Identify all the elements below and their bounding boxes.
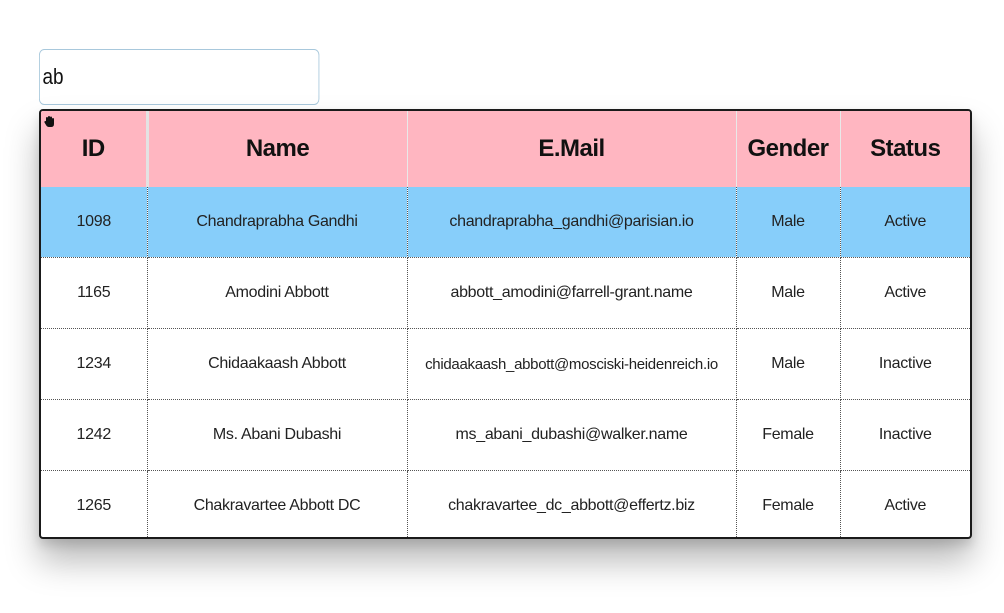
cell-name[interactable]: Chidaakaash Abbott <box>147 328 408 400</box>
cell-gender[interactable]: Male <box>736 257 841 329</box>
cell-id[interactable]: 1165 <box>41 257 148 329</box>
cell-email[interactable]: chakravartee_dc_abbott@effertz.biz <box>407 470 737 537</box>
cell-status[interactable]: Active <box>840 187 970 258</box>
column-header-name[interactable]: Name <box>147 111 408 187</box>
cell-status[interactable]: Active <box>840 257 970 329</box>
cell-id[interactable]: 1098 <box>41 187 148 258</box>
grid-table: ID Name E.Mail Gender Status 1098 Chandr… <box>41 111 970 538</box>
table-row[interactable]: 1242 Ms. Abani Dubashi ms_abani_dubashi@… <box>41 399 970 471</box>
table-row[interactable]: 1265 Chakravartee Abbott DC chakravartee… <box>41 470 970 538</box>
cell-status[interactable]: Inactive <box>840 328 970 400</box>
table-row[interactable]: 1234 Chidaakaash Abbott chidaakaash_abbo… <box>41 328 970 400</box>
cell-status[interactable]: Inactive <box>840 399 970 471</box>
cell-email[interactable]: ms_abani_dubashi@walker.name <box>407 399 737 471</box>
cell-email[interactable]: abbott_amodini@farrell-grant.name <box>407 257 737 329</box>
cell-id[interactable]: 1242 <box>41 399 148 471</box>
column-header-gender[interactable]: Gender <box>736 111 841 187</box>
cell-gender[interactable]: Male <box>736 187 841 258</box>
table-row[interactable]: 1098 Chandraprabha Gandhi chandraprabha_… <box>41 187 970 258</box>
cell-id[interactable]: 1265 <box>41 470 148 537</box>
grid-header-row: ID Name E.Mail Gender Status <box>41 111 970 187</box>
cell-name[interactable]: Chandraprabha Gandhi <box>147 187 408 258</box>
column-header-status[interactable]: Status <box>840 111 970 187</box>
cell-name[interactable]: Amodini Abbott <box>147 257 408 329</box>
cell-name[interactable]: Ms. Abani Dubashi <box>147 399 408 471</box>
data-grid: ID Name E.Mail Gender Status 1098 Chandr… <box>39 109 972 539</box>
table-row[interactable]: 1165 Amodini Abbott abbott_amodini@farre… <box>41 257 970 329</box>
page: ID Name E.Mail Gender Status 1098 Chandr… <box>0 0 1004 613</box>
search-box[interactable] <box>39 49 320 105</box>
cell-email[interactable]: chidaakaash_abbott@mosciski-heidenreich.… <box>407 328 737 400</box>
cell-gender[interactable]: Female <box>736 399 841 471</box>
column-header-email[interactable]: E.Mail <box>407 111 737 187</box>
cell-gender[interactable]: Male <box>736 328 841 400</box>
cell-status[interactable]: Active <box>840 471 970 538</box>
hand-grab-icon[interactable] <box>43 115 57 129</box>
cell-email[interactable]: chandraprabha_gandhi@parisian.io <box>407 187 737 258</box>
search-input[interactable] <box>42 64 319 90</box>
cell-name[interactable]: Chakravartee Abbott DC <box>147 470 408 537</box>
cell-gender[interactable]: Female <box>736 470 841 537</box>
cell-id[interactable]: 1234 <box>41 328 148 400</box>
